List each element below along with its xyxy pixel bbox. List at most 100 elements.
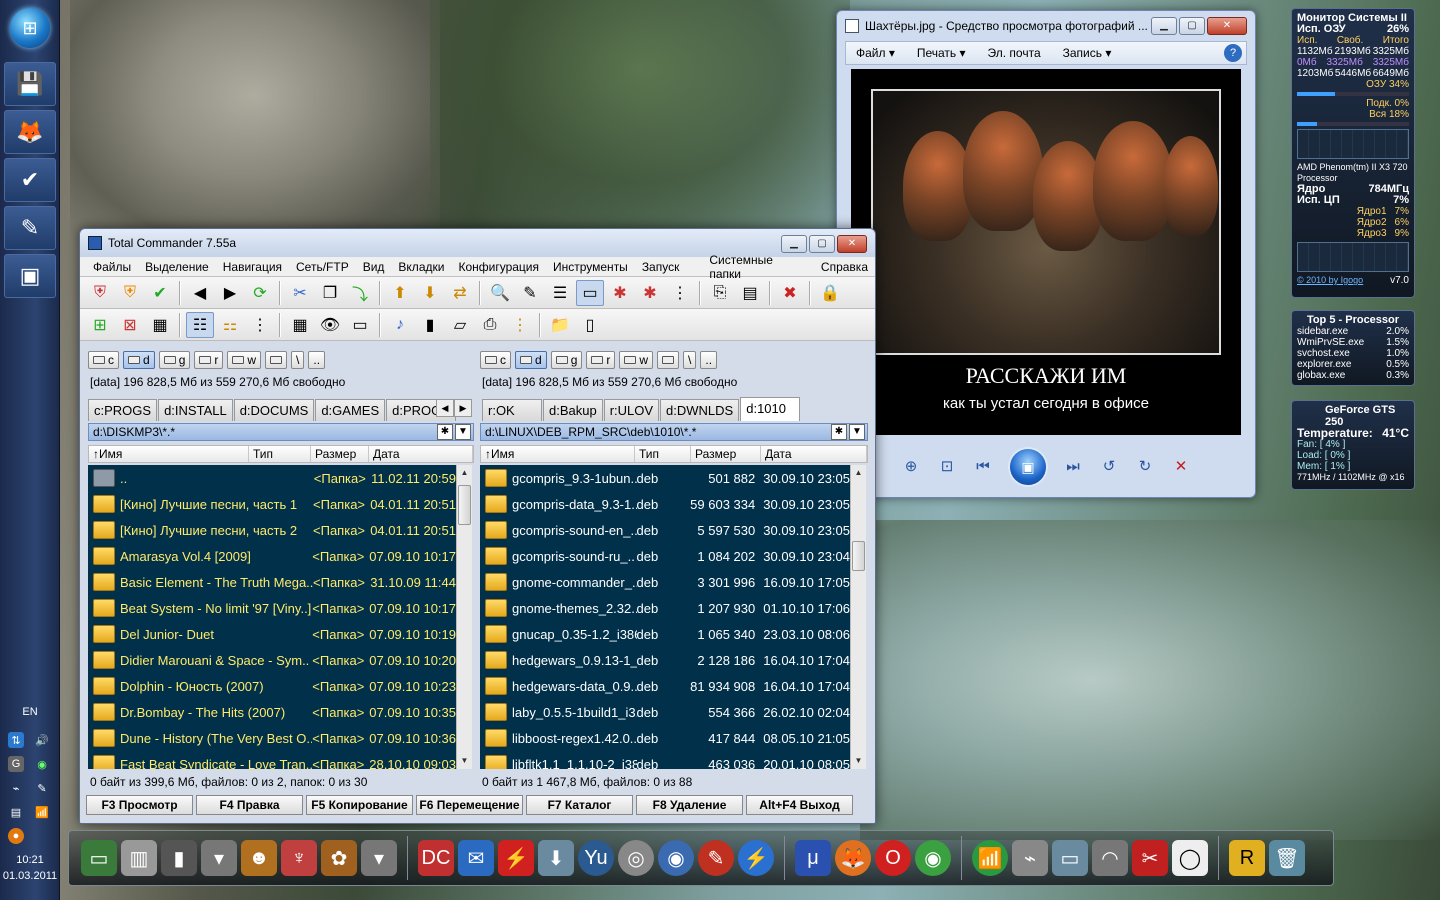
scissors-app-icon[interactable]: ✂ [1132,840,1168,876]
table-row[interactable]: Dr.Bombay - The Hits (2007) <Папка> 07.09.… [88,699,456,725]
shield-warning-icon[interactable]: ⛨ [116,280,144,306]
rotate-left-icon[interactable]: ↺ [1098,456,1120,478]
network-pc-icon[interactable]: ▭ [1052,840,1088,876]
copy-icon[interactable]: ❐ [316,280,344,306]
col-date[interactable]: Дата [761,446,867,462]
paste-icon[interactable]: ⤵ [346,280,374,306]
thumbnails-icon[interactable]: ⚏ [216,312,244,338]
col-name[interactable]: ↑Имя [481,446,635,462]
right-path-bar[interactable]: d:\LINUX\DEB_RPM_SRC\deb\1010\*.* ✱ ▼ [480,423,868,441]
network-tray-icon[interactable]: ⇅ [8,732,24,748]
select-icon[interactable]: ✱ [606,280,634,306]
update-tray-icon[interactable]: ● [8,828,24,844]
drive-g[interactable]: g [158,351,191,369]
menu-tools[interactable]: Инструменты [546,260,635,274]
left-path-bar[interactable]: d:\DISKMP3\*.* ✱ ▼ [88,423,474,441]
fit-window-icon[interactable]: ⊡ [936,456,958,478]
table-row[interactable]: gnome-commander_.. deb 3 301 996 16.09.10 1… [480,569,850,595]
table-row[interactable]: gnome-themes_2.32.. deb 1 207 930 01.10.10 … [480,595,850,621]
table-row[interactable]: gcompris_9.3-1ubun.. deb 501 882 30.09.10 2… [480,465,850,491]
mermaid-app-icon[interactable]: ♆ [281,840,317,876]
scroll-down-icon[interactable]: ▼ [851,753,866,769]
f5-copy-button[interactable]: F5 Копирование [306,795,413,815]
disc-icon[interactable]: ◎ [618,840,654,876]
tc-close-button[interactable]: ✕ [837,235,867,253]
dropdown-icon[interactable]: ▼ [849,424,865,440]
table-row[interactable]: [Кино] Лучшие песни, часть 2 <Папка> 04.01… [88,517,456,543]
help-icon[interactable]: ? [1224,44,1242,62]
dish-icon[interactable]: ◠ [1092,840,1128,876]
scanner-icon[interactable]: ▱ [446,312,474,338]
remove-icon[interactable]: ⊠ [116,312,144,338]
phone-icon[interactable]: ▮ [416,312,444,338]
select-size-icon[interactable]: ⋮ [666,280,694,306]
menu-navigation[interactable]: Навигация [216,260,289,274]
col-name[interactable]: ↑Имя [89,446,249,462]
installer-icon[interactable]: ⬇ [538,840,574,876]
tab-d-install[interactable]: d:INSTALL [158,399,233,421]
previous-icon[interactable]: ⏮ [972,456,994,478]
scroll-up-icon[interactable]: ▲ [851,465,866,481]
window-icon[interactable]: ▭ [346,312,374,338]
size-icon[interactable]: ⋮ [506,312,534,338]
table-row[interactable]: libfltk1.1_1.1.10-2_i386 deb 463 036 20.01.… [480,751,850,769]
tab-d-games[interactable]: d:GAMES [315,399,386,421]
scroll-down-icon[interactable]: ▼ [457,753,472,769]
lock-icon[interactable]: 🔒 [816,280,844,306]
pack-icon[interactable]: ⬆ [386,280,414,306]
new-file-icon[interactable]: ▯ [576,312,604,338]
drive-g[interactable]: g [550,351,583,369]
next-icon[interactable]: ⏭ [1062,456,1084,478]
grid-icon[interactable]: ▦ [286,312,314,338]
drive-w[interactable]: w [227,351,262,369]
empty-slot-icon[interactable]: ▾ [201,840,237,876]
phone-app-icon[interactable]: ▮ [161,840,197,876]
tc-maximize-button[interactable]: ▢ [809,235,835,253]
f4-edit-button[interactable]: F4 Правка [196,795,303,815]
drive-network[interactable] [265,351,288,369]
tc-minimize-button[interactable]: ▁ [781,235,807,253]
tab-d-docums[interactable]: d:DOCUMS [233,399,315,421]
wifi-app-icon[interactable]: 📶 [972,840,1008,876]
tab-r-ulov[interactable]: r:ULOV [603,399,660,421]
table-row[interactable]: gcompris-data_9.3-1.. deb 59 603 334 30.09.… [480,491,850,517]
drive-c[interactable]: c [88,351,119,369]
table-row[interactable]: Del Junior- Duet <Папка> 07.09.10 10:19 [88,621,456,647]
table-row[interactable]: .. <Папка> 11.02.11 20:59 [88,465,456,491]
table-row[interactable]: gcompris-sound-en_.. deb 5 597 530 30.09.10… [480,517,850,543]
menu-print[interactable]: Печать ▾ [917,46,966,60]
col-size[interactable]: Размер [691,446,761,462]
table-row[interactable]: laby_0.5.5-1build1_i3.. deb 554 366 26.02.1… [480,699,850,725]
music-icon[interactable]: ♪ [386,312,414,338]
credit-link[interactable]: © 2010 by Igogo [1297,275,1363,286]
table-row[interactable]: hedgewars-data_0.9.. deb 81 934 908 16.04.1… [480,673,850,699]
close-button[interactable]: ✕ [1207,17,1247,35]
right-file-list[interactable]: gcompris_9.3-1ubun.. deb 501 882 30.09.10 2… [480,465,850,769]
yu-app-icon[interactable]: Yu [578,840,614,876]
table-row[interactable]: Didier Marouani & Space - Sym.. <Папка> 07… [88,647,456,673]
tree-icon[interactable]: ⊞ [86,312,114,338]
display-tray-icon[interactable]: ▤ [8,804,24,820]
drive-network[interactable] [657,351,680,369]
menu-config[interactable]: Конфигурация [451,260,546,274]
tab-d-dwnlds[interactable]: d:DWNLDS [660,399,740,421]
f3-view-button[interactable]: F3 Просмотр [86,795,193,815]
col-type[interactable]: Тип [249,446,311,462]
clock[interactable]: 10:21 01.03.2011 [0,852,60,884]
menu-system-folders[interactable]: Системные папки [702,253,814,281]
menu-burn[interactable]: Запись ▾ [1063,46,1112,60]
tray-icon-green[interactable]: ◉ [34,756,50,772]
table-row[interactable]: Dolphin - Юность (2007) <Папка> 07.09.10 1… [88,673,456,699]
left-file-list[interactable]: .. <Папка> 11.02.11 20:59 [Кино] Лучшие пес… [88,465,456,769]
back-icon[interactable]: ◀ [186,280,214,306]
menu-start[interactable]: Запуск [635,260,687,274]
forward-icon[interactable]: ▶ [216,280,244,306]
slideshow-button[interactable]: ▣ [1008,447,1048,487]
tabs-scroll-right[interactable]: ▶ [454,399,472,417]
satellite-icon[interactable]: ⌁ [1012,840,1048,876]
printer-icon[interactable]: ⎙ [476,312,504,338]
root-button[interactable]: \ [291,351,305,369]
search-icon[interactable]: 🔍 [486,280,514,306]
minimize-button[interactable]: ▁ [1151,17,1177,35]
history-icon[interactable]: ✱ [437,424,453,440]
